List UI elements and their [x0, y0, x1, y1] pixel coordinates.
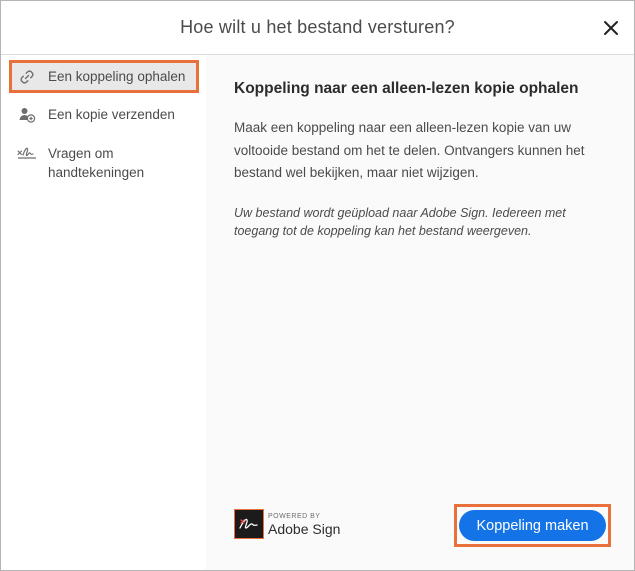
content-note: Uw bestand wordt geüpload naar Adobe Sig…: [234, 206, 566, 238]
sidebar-item-label: Vragen om: [48, 146, 114, 161]
sidebar: Een koppeling ophalen Een kopie verzende…: [1, 55, 206, 570]
dialog-header: Hoe wilt u het bestand versturen?: [1, 1, 634, 55]
send-file-dialog: Hoe wilt u het bestand versturen? Een ko…: [0, 0, 635, 571]
sidebar-item-label-group: Vragen om handtekeningen: [48, 144, 144, 182]
content-panel: Koppeling naar een alleen-lezen kopie op…: [206, 55, 634, 570]
sidebar-item-label: handtekeningen: [48, 165, 145, 180]
close-icon: [604, 21, 618, 35]
send-copy-icon: [16, 105, 38, 124]
adobe-sign-logo-icon: [234, 509, 264, 539]
create-link-highlight: Koppeling maken: [454, 504, 611, 547]
signature-icon: [16, 144, 38, 163]
content-heading: Koppeling naar een alleen-lezen kopie op…: [234, 80, 579, 97]
adobe-sign-branding: POWERED BY Adobe Sign: [234, 509, 340, 539]
brand-text: POWERED BY Adobe Sign: [268, 512, 340, 537]
brand-name: Adobe Sign: [268, 520, 341, 537]
sidebar-item-send-copy[interactable]: Een kopie verzenden: [9, 105, 199, 124]
link-icon: [16, 67, 38, 86]
sidebar-item-request-signatures[interactable]: Vragen om handtekeningen: [9, 144, 199, 182]
sidebar-item-label: Een koppeling ophalen: [48, 69, 186, 84]
content-description: Maak een koppeling naar een alleen-lezen…: [234, 120, 585, 180]
sidebar-item-label: Een kopie verzenden: [48, 107, 175, 122]
sidebar-item-get-link[interactable]: Een koppeling ophalen: [9, 60, 199, 93]
powered-by-text: POWERED BY: [268, 512, 321, 520]
create-link-button[interactable]: Koppeling maken: [459, 510, 606, 541]
close-button[interactable]: [599, 16, 623, 40]
dialog-title: Hoe wilt u het bestand versturen?: [180, 17, 455, 37]
